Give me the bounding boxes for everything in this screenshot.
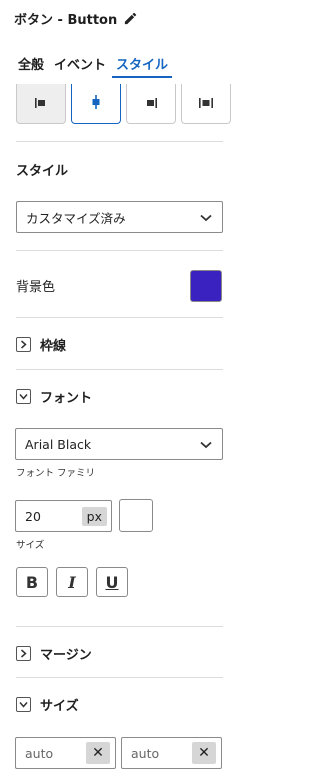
underline-button[interactable]: U xyxy=(96,567,128,597)
chevron-down-icon xyxy=(200,437,212,452)
divider xyxy=(16,369,223,370)
alignment-group xyxy=(16,84,236,124)
border-section-label: 枠線 xyxy=(40,339,67,354)
font-family-value: Arial Black xyxy=(25,436,92,452)
align-right-icon xyxy=(144,94,158,113)
align-left-icon xyxy=(34,94,48,113)
divider xyxy=(16,317,223,318)
style-section-label: スタイル xyxy=(16,164,69,179)
align-center-button[interactable] xyxy=(71,84,121,124)
height-value: auto xyxy=(131,745,160,761)
tab-style[interactable]: スタイル xyxy=(112,52,173,78)
bold-icon: B xyxy=(25,572,39,592)
width-input[interactable]: auto ✕ xyxy=(15,737,116,769)
divider xyxy=(16,141,223,142)
background-color-swatch[interactable] xyxy=(190,270,222,302)
font-size-value: 20 xyxy=(25,508,41,524)
style-select[interactable]: カスタマイズ済み xyxy=(16,201,223,233)
background-color-label: 背景色 xyxy=(16,280,56,295)
size-section-label: サイズ xyxy=(40,699,79,714)
font-size-caption: サイズ xyxy=(16,540,45,551)
style-select-value: カスタマイズ済み xyxy=(26,210,126,226)
panel-title-text: ボタン - Button xyxy=(14,12,118,28)
align-justify-icon xyxy=(198,94,214,113)
font-size-input[interactable]: 20 px xyxy=(15,500,112,532)
align-right-button[interactable] xyxy=(126,84,176,124)
pencil-icon[interactable] xyxy=(123,11,138,26)
chevron-down-icon xyxy=(16,389,31,404)
align-left-button[interactable] xyxy=(16,84,66,124)
divider xyxy=(16,626,223,627)
clear-width-button[interactable]: ✕ xyxy=(86,742,110,764)
close-icon: ✕ xyxy=(198,745,210,761)
chevron-right-icon xyxy=(16,337,31,352)
italic-icon: I xyxy=(68,572,76,592)
font-color-swatch[interactable] xyxy=(119,499,153,532)
close-icon: ✕ xyxy=(92,745,104,761)
chevron-right-icon xyxy=(16,646,31,661)
size-section-toggle[interactable]: サイズ xyxy=(16,695,79,714)
border-section-toggle[interactable]: 枠線 xyxy=(16,335,66,354)
font-section-toggle[interactable]: フォント xyxy=(16,387,92,406)
chevron-down-icon xyxy=(200,210,212,225)
divider xyxy=(16,250,223,251)
font-family-caption: フォント ファミリ xyxy=(16,468,96,479)
tab-events[interactable]: イベント xyxy=(50,52,110,78)
font-family-select[interactable]: Arial Black xyxy=(15,428,223,460)
width-value: auto xyxy=(25,745,54,761)
text-format-group: B I U xyxy=(16,567,136,597)
font-size-unit[interactable]: px xyxy=(81,506,107,526)
margin-section-toggle[interactable]: マージン xyxy=(16,644,92,663)
font-section-label: フォント xyxy=(40,391,93,406)
align-center-icon xyxy=(89,94,103,113)
align-justify-button[interactable] xyxy=(181,84,231,124)
tab-general[interactable]: 全般 xyxy=(14,52,48,78)
tab-bar: 全般 イベント スタイル xyxy=(14,52,174,78)
italic-button[interactable]: I xyxy=(56,567,88,597)
height-input[interactable]: auto ✕ xyxy=(121,737,222,769)
chevron-down-icon xyxy=(16,697,31,712)
margin-section-label: マージン xyxy=(40,648,92,663)
underline-icon: U xyxy=(105,572,119,592)
panel-title: ボタン - Button xyxy=(14,8,138,28)
divider xyxy=(16,677,223,678)
bold-button[interactable]: B xyxy=(16,567,48,597)
clear-height-button[interactable]: ✕ xyxy=(192,742,216,764)
